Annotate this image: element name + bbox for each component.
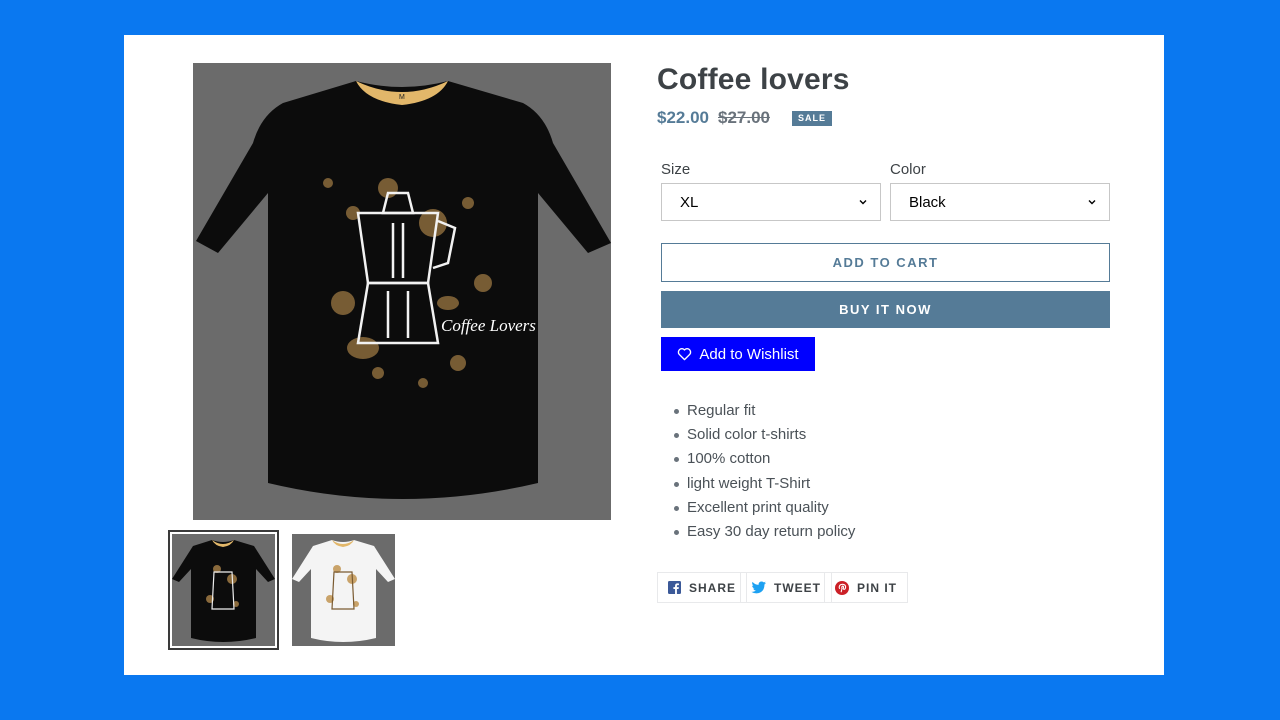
add-to-wishlist-button[interactable]: Add to Wishlist	[661, 337, 815, 371]
twitter-icon	[751, 581, 766, 594]
svg-text:M: M	[399, 94, 405, 101]
feature-list: Regular fit Solid color t-shirts 100% co…	[674, 399, 855, 544]
sale-price: $22.00	[657, 108, 709, 127]
list-item: Regular fit	[674, 399, 855, 423]
main-product-image[interactable]: M Coffee Lovers	[193, 63, 611, 520]
share-twitter-button[interactable]: TWEET	[740, 572, 832, 603]
image-caption: Coffee Lovers	[441, 316, 536, 335]
list-item: Solid color t-shirts	[674, 423, 855, 447]
product-title: Coffee lovers	[657, 63, 850, 96]
wishlist-label: Add to Wishlist	[699, 345, 799, 363]
buy-it-now-button[interactable]: BUY IT NOW	[661, 291, 1110, 328]
list-item: 100% cotton	[674, 447, 855, 471]
sale-badge: SALE	[792, 110, 833, 126]
list-item: light weight T-Shirt	[674, 472, 855, 496]
thumbnail-white-shirt[interactable]	[292, 534, 395, 646]
share-pinterest-button[interactable]: PIN IT	[824, 572, 909, 603]
facebook-icon	[668, 581, 681, 594]
pin-label: PIN IT	[857, 580, 898, 595]
chevron-down-icon	[1088, 200, 1096, 205]
list-item: Easy 30 day return policy	[674, 520, 855, 544]
color-label: Color	[890, 161, 926, 178]
thumbnail-black-shirt[interactable]	[168, 530, 279, 650]
heart-icon	[678, 348, 692, 361]
color-value: Black	[909, 193, 946, 211]
size-select[interactable]: XL	[661, 183, 881, 221]
white-shirt-thumbnail-image	[292, 534, 395, 646]
share-label: SHARE	[689, 580, 737, 595]
pinterest-icon	[835, 580, 849, 595]
list-item: Excellent print quality	[674, 496, 855, 520]
size-value: XL	[680, 193, 699, 211]
chevron-down-icon	[859, 200, 867, 205]
regular-price: $27.00	[718, 108, 770, 127]
color-select[interactable]: Black	[890, 183, 1110, 221]
tweet-label: TWEET	[774, 580, 821, 595]
price-row: $22.00 $27.00 SALE	[657, 108, 833, 128]
add-to-cart-button[interactable]: ADD TO CART	[661, 243, 1110, 282]
size-label: Size	[661, 161, 691, 178]
product-card: M Coffee Lovers Coffee lovers $22.00 $27…	[124, 35, 1164, 675]
tshirt-illustration: M Coffee Lovers	[193, 63, 611, 520]
black-shirt-thumbnail-image	[172, 534, 275, 646]
share-facebook-button[interactable]: SHARE	[657, 572, 748, 603]
